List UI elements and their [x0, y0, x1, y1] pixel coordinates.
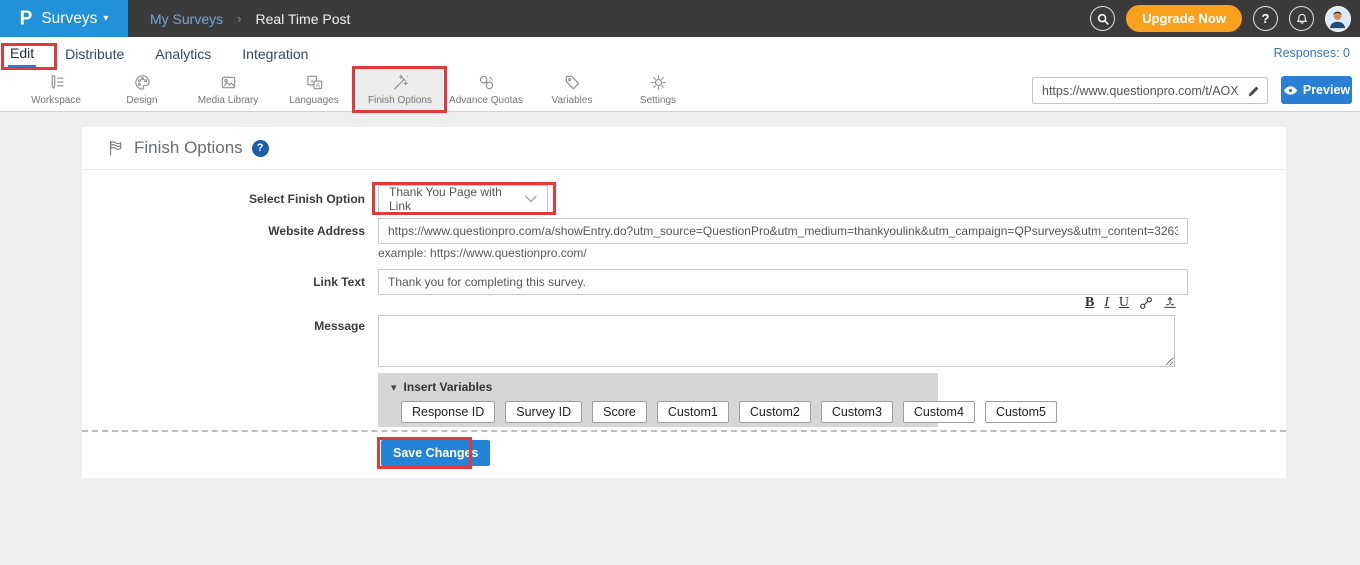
- website-address-example: example: https://www.questionpro.com/: [378, 246, 587, 260]
- panel-header: Finish Options ?: [82, 127, 1286, 170]
- variable-button-custom5[interactable]: Custom5: [985, 401, 1057, 423]
- finish-options-help-icon[interactable]: ?: [252, 140, 269, 157]
- chain-links-icon: [477, 73, 496, 92]
- variable-button-response-id[interactable]: Response ID: [401, 401, 495, 423]
- user-avatar[interactable]: [1325, 6, 1351, 32]
- notifications-button[interactable]: [1289, 6, 1314, 31]
- align-text-icon[interactable]: [1163, 296, 1177, 310]
- survey-url-input[interactable]: [1033, 78, 1239, 103]
- languages-icon: xA: [305, 73, 324, 92]
- svg-text:A: A: [315, 82, 320, 89]
- save-changes-button[interactable]: Save Changes: [381, 440, 490, 466]
- flag-icon: [107, 139, 125, 157]
- insert-variables-toggle[interactable]: ▾ Insert Variables: [391, 380, 938, 394]
- media-library-icon: [219, 73, 238, 92]
- insert-link-icon[interactable]: [1139, 296, 1153, 310]
- search-icon: [1096, 12, 1110, 26]
- upgrade-now-button[interactable]: Upgrade Now: [1126, 5, 1242, 32]
- breadcrumb: My Surveys › Real Time Post: [150, 11, 350, 27]
- design-palette-icon: [133, 73, 152, 92]
- workspace-icon: [47, 73, 66, 92]
- question-mark-icon: ?: [1262, 11, 1270, 26]
- dashed-divider: [82, 430, 1286, 432]
- magic-wand-icon: [391, 73, 410, 92]
- questionpro-logo-icon: P: [20, 7, 33, 30]
- toolbar-item-settings[interactable]: Settings: [615, 67, 701, 111]
- breadcrumb-current-survey: Real Time Post: [255, 11, 350, 27]
- bell-icon: [1295, 12, 1309, 26]
- app-menu-surveys[interactable]: P Surveys ▾: [0, 0, 128, 37]
- toolbar-item-advance-quotas[interactable]: Advance Quotas: [443, 67, 529, 111]
- edit-pencil-icon[interactable]: [1246, 83, 1262, 99]
- survey-url-box: [1032, 77, 1268, 104]
- variable-button-custom3[interactable]: Custom3: [821, 401, 893, 423]
- underline-button[interactable]: U: [1119, 296, 1129, 310]
- tab-edit[interactable]: Edit: [8, 39, 36, 67]
- help-button[interactable]: ?: [1253, 6, 1278, 31]
- finish-options-panel: Finish Options ? Select Finish Option Th…: [82, 127, 1286, 478]
- preview-button[interactable]: Preview: [1281, 76, 1352, 104]
- message-textarea[interactable]: [378, 315, 1175, 367]
- header-bar: Edit Distribute Analytics Integration Re…: [0, 37, 1360, 112]
- survey-tabs: Edit Distribute Analytics Integration Re…: [0, 37, 1360, 69]
- finish-option-selected-value: Thank You Page with Link: [389, 185, 525, 213]
- top-navigation-bar: P Surveys ▾ My Surveys › Real Time Post …: [0, 0, 1360, 37]
- chevron-down-icon: [525, 195, 537, 203]
- toolbar-item-media-library[interactable]: Media Library: [185, 67, 271, 111]
- toolbar-item-finish-options[interactable]: Finish Options: [357, 67, 443, 111]
- page-title: Finish Options: [134, 138, 243, 158]
- tag-icon: [563, 73, 582, 92]
- app-menu-label: Surveys: [41, 10, 97, 28]
- variable-button-custom2[interactable]: Custom2: [739, 401, 811, 423]
- variable-button-custom1[interactable]: Custom1: [657, 401, 729, 423]
- message-format-toolbar: B I U: [1085, 296, 1177, 310]
- italic-button[interactable]: I: [1104, 296, 1109, 310]
- triangle-down-icon: ▾: [391, 381, 397, 394]
- search-button[interactable]: [1090, 6, 1115, 31]
- profile-photo: [1326, 7, 1349, 30]
- tab-integration[interactable]: Integration: [240, 40, 310, 66]
- responses-count[interactable]: Responses: 0: [1274, 46, 1350, 60]
- edit-toolbar: Workspace Design Media Library xA Langua…: [13, 67, 701, 111]
- chevron-down-icon: ▾: [103, 13, 108, 24]
- insert-variables-panel: ▾ Insert Variables Response ID Survey ID…: [378, 373, 938, 427]
- tab-analytics[interactable]: Analytics: [153, 40, 213, 66]
- toolbar-item-variables[interactable]: Variables: [529, 67, 615, 111]
- website-address-label: Website Address: [82, 224, 365, 238]
- tab-distribute[interactable]: Distribute: [63, 40, 126, 66]
- finish-option-label: Select Finish Option: [82, 192, 365, 206]
- finish-option-select[interactable]: Thank You Page with Link: [378, 185, 548, 213]
- website-address-input[interactable]: [378, 218, 1188, 244]
- breadcrumb-my-surveys[interactable]: My Surveys: [150, 11, 223, 27]
- link-text-label: Link Text: [82, 275, 365, 289]
- toolbar-item-design[interactable]: Design: [99, 67, 185, 111]
- variable-button-score[interactable]: Score: [592, 401, 647, 423]
- eye-icon: [1283, 85, 1298, 96]
- toolbar-item-workspace[interactable]: Workspace: [13, 67, 99, 111]
- toolbar-item-languages[interactable]: xA Languages: [271, 67, 357, 111]
- insert-variables-title: Insert Variables: [404, 380, 493, 394]
- variable-button-custom4[interactable]: Custom4: [903, 401, 975, 423]
- link-text-input[interactable]: [378, 269, 1188, 295]
- variable-buttons-row: Response ID Survey ID Score Custom1 Cust…: [401, 401, 938, 423]
- breadcrumb-separator: ›: [237, 11, 241, 26]
- bold-button[interactable]: B: [1085, 296, 1094, 310]
- message-label: Message: [82, 319, 365, 333]
- topbar-actions: Upgrade Now ?: [1090, 5, 1360, 32]
- variable-button-survey-id[interactable]: Survey ID: [505, 401, 582, 423]
- gear-icon: [649, 73, 668, 92]
